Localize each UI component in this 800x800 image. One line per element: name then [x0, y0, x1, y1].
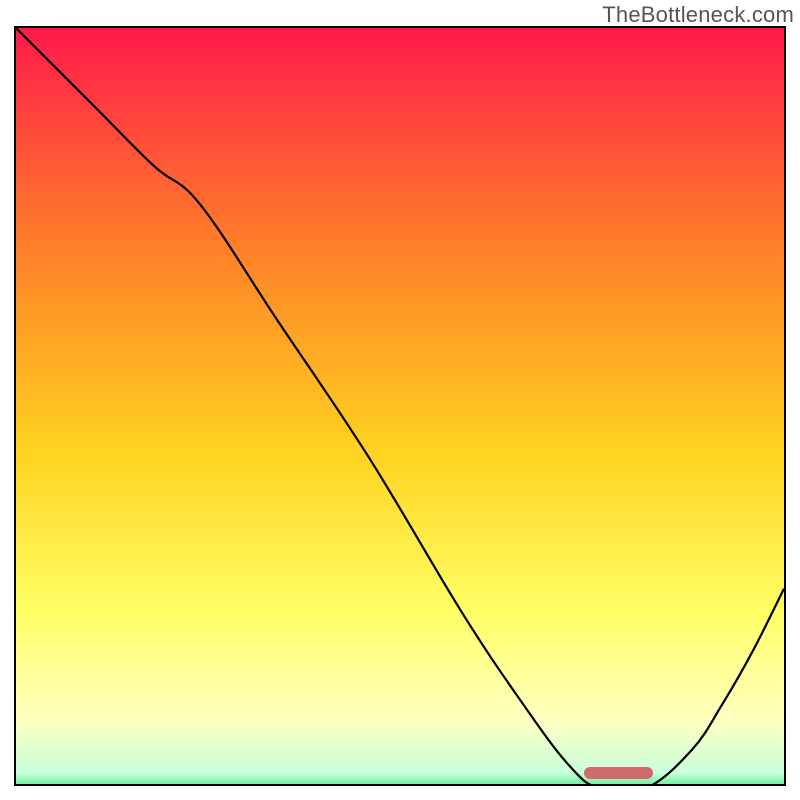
curve-path [16, 28, 784, 786]
bottleneck-curve [16, 28, 784, 786]
optimal-range-marker [584, 767, 653, 779]
chart-frame: TheBottleneck.com [0, 0, 800, 800]
plot-area [14, 26, 786, 786]
watermark-text: TheBottleneck.com [602, 2, 794, 28]
